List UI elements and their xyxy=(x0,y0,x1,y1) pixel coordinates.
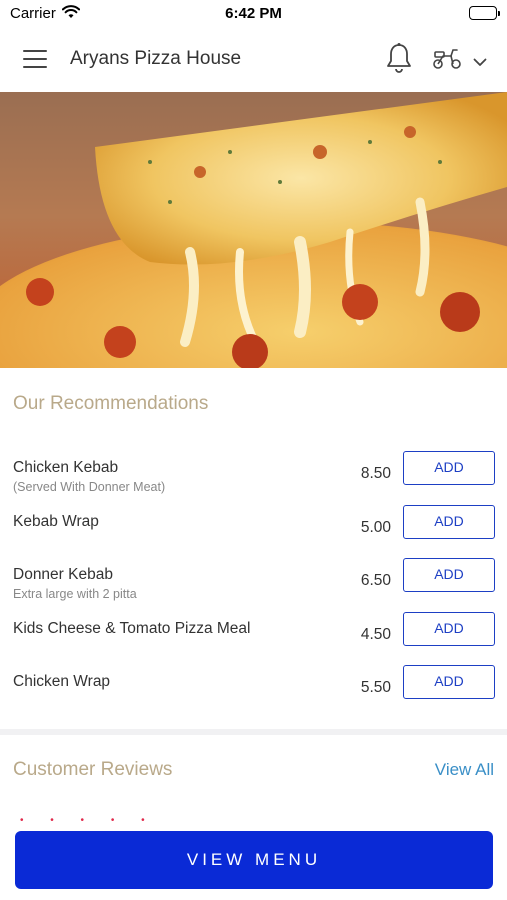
item-name: Kids Cheese & Tomato Pizza Meal xyxy=(13,620,251,637)
add-button[interactable]: ADD xyxy=(403,612,495,646)
view-menu-button[interactable]: VIEW MENU xyxy=(15,831,493,889)
list-item: Chicken Kebab (Served With Donner Meat) … xyxy=(0,451,507,511)
item-name: Chicken Kebab xyxy=(13,459,119,476)
item-price: 5.50 xyxy=(360,679,391,696)
add-button[interactable]: ADD xyxy=(403,451,495,485)
item-price: 5.00 xyxy=(360,519,391,536)
add-button[interactable]: ADD xyxy=(403,665,495,699)
reviews-heading: Customer Reviews xyxy=(13,759,173,780)
view-all-link[interactable]: View All xyxy=(435,760,494,780)
recommendations-heading: Our Recommendations xyxy=(13,393,209,414)
chevron-down-icon[interactable] xyxy=(473,54,487,72)
restaurant-title: Aryans Pizza House xyxy=(70,48,242,69)
item-name: Donner Kebab xyxy=(13,566,113,583)
item-description: (Served With Donner Meat) xyxy=(13,480,166,494)
item-price: 8.50 xyxy=(360,465,391,482)
item-name: Kebab Wrap xyxy=(13,513,99,530)
clock: 6:42 PM xyxy=(225,5,282,22)
rating-stars: • • • • • xyxy=(20,815,157,826)
add-button[interactable]: ADD xyxy=(403,505,495,539)
status-bar: Carrier 6:42 PM xyxy=(0,0,507,26)
list-item: Chicken Wrap 5.50 ADD xyxy=(0,665,507,725)
add-button[interactable]: ADD xyxy=(403,558,495,592)
item-price: 6.50 xyxy=(360,572,391,589)
list-item: Donner Kebab Extra large with 2 pitta 6.… xyxy=(0,558,507,618)
section-divider xyxy=(0,729,507,735)
hero-pizza-image xyxy=(0,92,507,368)
item-name: Chicken Wrap xyxy=(13,673,111,690)
bell-icon[interactable] xyxy=(385,42,413,79)
hamburger-menu-icon[interactable] xyxy=(23,50,47,68)
app-header: Aryans Pizza House xyxy=(0,26,507,92)
item-price: 4.50 xyxy=(360,626,391,643)
item-description: Extra large with 2 pitta xyxy=(13,587,137,601)
battery-icon xyxy=(469,6,500,20)
scooter-icon[interactable] xyxy=(431,46,463,75)
